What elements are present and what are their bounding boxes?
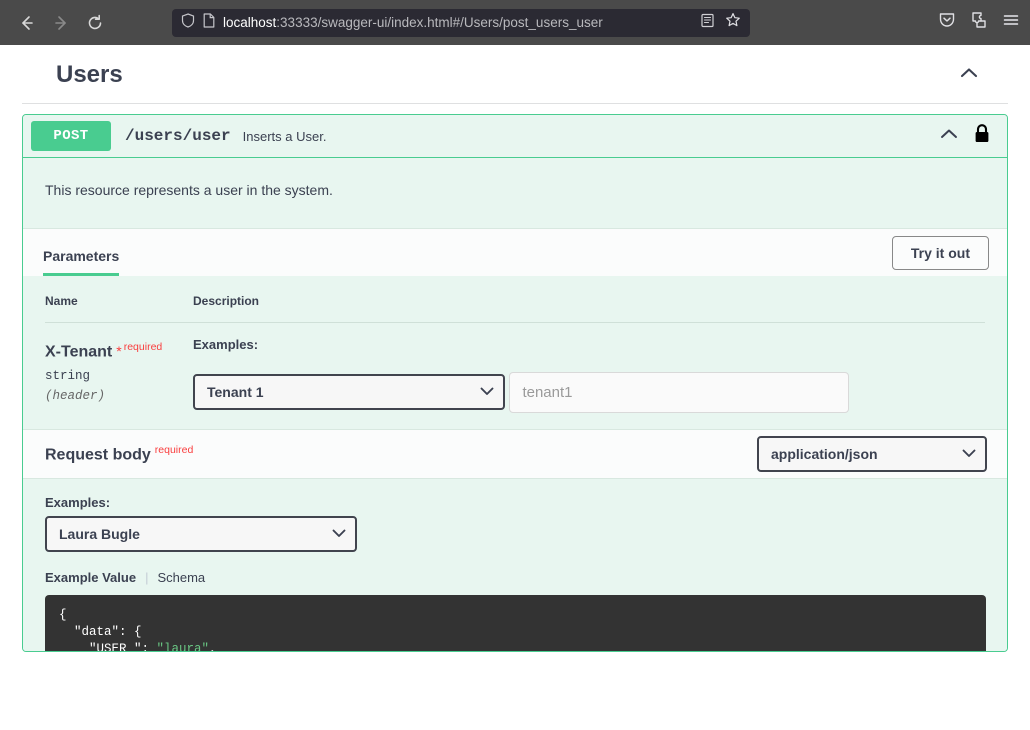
parameters-table-header: Name Description — [45, 276, 985, 323]
try-it-out-button[interactable]: Try it out — [891, 236, 989, 270]
browser-nav-buttons — [12, 8, 110, 38]
parameter-row-x-tenant: X-Tenant * required string (header) Exampl… — [45, 323, 985, 429]
request-body-required-label: required — [154, 443, 194, 456]
tab-example-value[interactable]: Example Value — [45, 570, 136, 585]
request-body-title: Request body required — [45, 444, 193, 464]
parameter-value-input[interactable] — [509, 372, 850, 413]
parameter-name-cell: X-Tenant * required string (header) — [45, 337, 193, 413]
operation-path: /users/user — [125, 127, 231, 145]
browser-toolbar-right — [938, 11, 1020, 34]
operation-block-post-users-user: POST /users/user Inserts a User. This re… — [22, 114, 1008, 652]
operation-tabs-row: Parameters Try it out — [23, 228, 1007, 276]
code-line-1: { — [59, 608, 67, 622]
reload-button[interactable] — [80, 8, 110, 38]
operation-description: This resource represents a user in the s… — [23, 158, 1007, 228]
column-header-description: Description — [193, 294, 260, 308]
page-title: Users — [56, 61, 123, 88]
parameter-examples-label: Examples: — [193, 337, 259, 352]
code-line-3-end: , — [209, 642, 217, 651]
example-value-code-block[interactable]: { "data": { "USER_": "laura", — [45, 595, 986, 651]
required-label: required — [123, 341, 163, 353]
browser-chrome: localhost:33333/swagger-ui/index.html#/U… — [0, 0, 1030, 45]
extensions-puzzle-icon[interactable] — [970, 11, 988, 34]
page-icon — [203, 12, 215, 33]
parameter-value-cell: Examples: Tenant 1 — [193, 337, 985, 413]
parameter-location: (header) — [45, 389, 106, 404]
parameter-example-select-wrap: Tenant 1 — [193, 374, 505, 410]
back-arrow-icon — [18, 14, 36, 32]
code-line-3-key: "USER_": — [59, 642, 157, 651]
bookmark-star-icon[interactable] — [725, 12, 741, 33]
parameters-section: Name Description X-Tenant * required strin… — [23, 276, 1007, 429]
column-header-name: Name — [45, 294, 78, 308]
tag-header-users[interactable]: Users — [22, 45, 1008, 104]
forward-button[interactable] — [46, 8, 76, 38]
tab-parameters[interactable]: Parameters — [43, 248, 120, 276]
media-type-select-wrap: application/json — [757, 436, 987, 472]
back-button[interactable] — [12, 8, 42, 38]
reload-icon — [86, 14, 104, 32]
hamburger-menu-icon[interactable] — [1002, 11, 1020, 34]
code-line-3-value: "laura" — [156, 642, 210, 651]
operation-summary-text: Inserts a User. — [242, 128, 327, 144]
url-bar-icons — [700, 12, 741, 33]
operation-actions — [939, 123, 993, 150]
request-body-row: Request body required application/json — [23, 429, 1007, 479]
code-line-2: "data": { — [59, 625, 142, 639]
parameter-type: string — [45, 369, 91, 384]
media-type-select[interactable]: application/json — [757, 436, 987, 472]
request-body-label: Request body — [45, 446, 151, 464]
chevron-up-icon — [959, 66, 979, 84]
parameter-example-select[interactable]: Tenant 1 — [193, 374, 505, 410]
url-bar[interactable]: localhost:33333/swagger-ui/index.html#/U… — [172, 8, 750, 37]
save-to-pocket-icon[interactable] — [938, 11, 956, 34]
body-example-select-wrap: Laura Bugle — [45, 516, 357, 552]
request-body-section: Examples: Laura Bugle Example Value | Sc… — [23, 479, 1007, 651]
parameter-name: X-Tenant — [45, 343, 113, 361]
shield-icon[interactable] — [181, 12, 195, 33]
forward-arrow-icon — [52, 14, 70, 32]
reader-view-icon[interactable] — [700, 13, 715, 33]
body-example-select[interactable]: Laura Bugle — [45, 516, 357, 552]
body-examples-label: Examples: — [45, 495, 111, 510]
operation-summary[interactable]: POST /users/user Inserts a User. — [23, 115, 1007, 158]
lock-icon[interactable] — [973, 123, 991, 150]
swagger-page: Users POST /users/user Inserts a User. T… — [0, 45, 1030, 730]
url-host: localhost — [223, 14, 277, 30]
operation-collapse-button[interactable] — [939, 127, 959, 145]
url-path: :33333/swagger-ui/index.html#/Users/post… — [276, 14, 603, 30]
required-asterisk: * — [116, 343, 122, 360]
tag-collapse-button[interactable] — [954, 62, 984, 88]
tab-divider: | — [145, 570, 149, 585]
tab-schema[interactable]: Schema — [157, 570, 205, 585]
example-schema-tabs: Example Value | Schema — [45, 570, 985, 585]
url-text[interactable]: localhost:33333/swagger-ui/index.html#/U… — [223, 9, 692, 37]
http-method-badge: POST — [31, 121, 111, 151]
